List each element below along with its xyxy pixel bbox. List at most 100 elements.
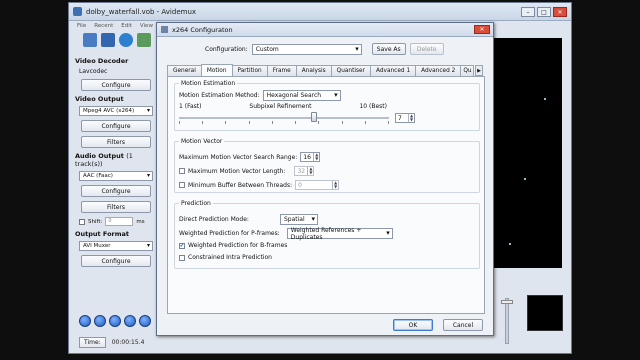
playback-controls [79,315,151,327]
tab-partition[interactable]: Partition [231,65,268,76]
shift-checkbox[interactable] [79,218,85,225]
subpixel-spinbox[interactable]: 7 ▲ ▼ [395,113,415,123]
weighted-b-checkbox[interactable]: ✔ [179,242,185,249]
video-filters-button[interactable]: Filters [81,136,151,148]
max-search-spinbox[interactable]: 16 ▲ ▼ [300,152,321,162]
main-window-controls: – □ ✕ [521,7,567,17]
output-format-select[interactable]: AVI Muxer [79,241,153,251]
format-configure-button[interactable]: Configure [81,255,151,267]
configuration-select[interactable]: Custom [251,43,362,55]
direct-prediction-row: Direct Prediction Mode: Spatial [179,214,318,225]
tab-bar: General Motion Partition Frame Analysis … [167,64,475,76]
weighted-p-label: Weighted Prediction for P-frames: [179,230,280,237]
decoder-configure-button[interactable]: Configure [81,79,151,91]
scale-min-label: 1 (Fast) [179,103,202,110]
tab-advanced-2[interactable]: Advanced 2 [415,65,462,76]
maximize-button[interactable]: □ [537,7,551,17]
main-title-bar: dolby_waterfall.vob - Avidemux [69,3,571,21]
spin-arrows-icon[interactable]: ▲ ▼ [307,167,313,175]
tab-scroll-right-icon[interactable]: ▶ [475,65,483,76]
prediction-group: Prediction Direct Prediction Mode: Spati… [174,200,480,269]
dialog-app-icon [161,26,168,33]
info-icon[interactable] [119,33,133,47]
shift-row: Shift: 0 ms [79,217,161,226]
time-value: 00:00:15.4 [111,339,145,346]
scale-max-label: 10 (Best) [359,103,387,110]
audio-configure-button[interactable]: Configure [81,185,151,197]
constrained-intra-checkbox[interactable] [179,254,185,261]
me-method-row: Motion Estimation Method: Hexagonal Sear… [179,90,341,101]
max-search-row: Maximum Motion Vector Search Range: 16 ▲… [179,152,321,162]
tab-analysis[interactable]: Analysis [295,65,332,76]
subpixel-scale-labels: 1 (Fast) Subpixel Refinement 10 (Best) [179,103,387,110]
motion-vector-group: Motion Vector Maximum Motion Vector Sear… [174,138,480,193]
tab-motion[interactable]: Motion [200,64,233,76]
minimize-button[interactable]: – [521,7,535,17]
time-row: Time: 00:00:15.4 [79,337,144,348]
time-button[interactable]: Time: [79,337,106,348]
avidemux-app-icon [73,7,82,16]
tab-general[interactable]: General [167,65,202,76]
next-frame-icon[interactable] [124,315,136,327]
left-pane: Video Decoder Lavcodec Configure Video O… [75,53,161,271]
menu-file[interactable]: File [77,23,86,29]
spin-arrows-icon[interactable]: ▲ ▼ [313,153,319,161]
volume-slider[interactable] [505,298,509,344]
video-output-title: Video Output [75,95,124,103]
previous-keyframe-icon[interactable] [139,315,151,327]
audio-filters-button[interactable]: Filters [81,201,151,213]
previous-frame-icon[interactable] [109,315,121,327]
direct-prediction-label: Direct Prediction Mode: [179,216,249,223]
stop-icon[interactable] [94,315,106,327]
menu-recent[interactable]: Recent [94,23,113,29]
spin-arrows-icon[interactable]: ▲ ▼ [408,114,414,122]
constrained-intra-label: Constrained Intra Prediction [188,254,272,261]
volume-slider-knob[interactable] [501,300,513,304]
max-length-row: Maximum Motion Vector Length: 32 ▲ ▼ [179,166,315,176]
subpixel-slider-ticks [179,121,389,124]
min-buffer-spinbox[interactable]: 0 ▲ ▼ [295,180,340,190]
max-length-checkbox[interactable] [179,168,185,174]
audio-output-label: Audio Output [75,152,124,160]
ok-button[interactable]: OK [393,319,433,331]
thumbnail-preview [527,295,563,331]
tab-quantiser[interactable]: Quantiser [330,65,371,76]
play-icon[interactable] [79,315,91,327]
video-codec-select[interactable]: Mpeg4 AVC (x264) [79,106,153,116]
audio-output-title: Audio Output (1 track(s)) [75,152,161,168]
max-search-value: 16 [303,153,311,161]
save-as-button[interactable]: Save As [371,43,406,55]
calculator-icon[interactable] [137,33,151,47]
motion-estimation-group: Motion Estimation Motion Estimation Meth… [174,80,480,131]
dialog-close-button[interactable]: ✕ [474,25,490,34]
min-buffer-label: Minimum Buffer Between Threads: [188,181,293,189]
dialog-title: x264 Configuraton [172,25,233,34]
shift-label: Shift: [88,218,103,225]
max-length-spinbox[interactable]: 32 ▲ ▼ [294,166,315,176]
weighted-p-select[interactable]: Weighted References + Duplicates [286,227,393,241]
video-configure-button[interactable]: Configure [81,120,151,132]
spin-arrows-icon[interactable]: ▲ ▼ [332,181,338,189]
max-length-value: 32 [297,167,306,175]
motion-tab-panel: Motion Estimation Motion Estimation Meth… [167,76,485,314]
min-buffer-checkbox[interactable] [179,182,185,188]
me-method-select[interactable]: Hexagonal Search [262,90,341,101]
configuration-row: Configuration: Custom Save As Delete [205,43,444,55]
open-file-icon[interactable] [83,33,97,47]
x264-config-dialog: x264 Configuraton ✕ Configuration: Custo… [156,22,494,336]
motion-estimation-title: Motion Estimation [179,80,238,87]
cancel-button[interactable]: Cancel [443,319,483,331]
tab-frame[interactable]: Frame [266,65,297,76]
audio-codec-select[interactable]: AAC (Faac) [79,171,153,181]
save-file-icon[interactable] [101,33,115,47]
tab-advanced-1[interactable]: Advanced 1 [369,65,417,76]
tab-qu[interactable]: Qu [460,65,475,76]
weighted-b-label: Weighted Prediction for B-frames [188,242,288,249]
close-window-button[interactable]: ✕ [553,7,567,17]
shift-input[interactable]: 0 [105,217,134,226]
direct-prediction-select[interactable]: Spatial [279,214,318,225]
menu-edit[interactable]: Edit [121,23,132,29]
menu-view[interactable]: View [140,23,153,29]
subpixel-slider-track[interactable] [179,117,389,119]
delete-button[interactable]: Delete [409,43,444,55]
